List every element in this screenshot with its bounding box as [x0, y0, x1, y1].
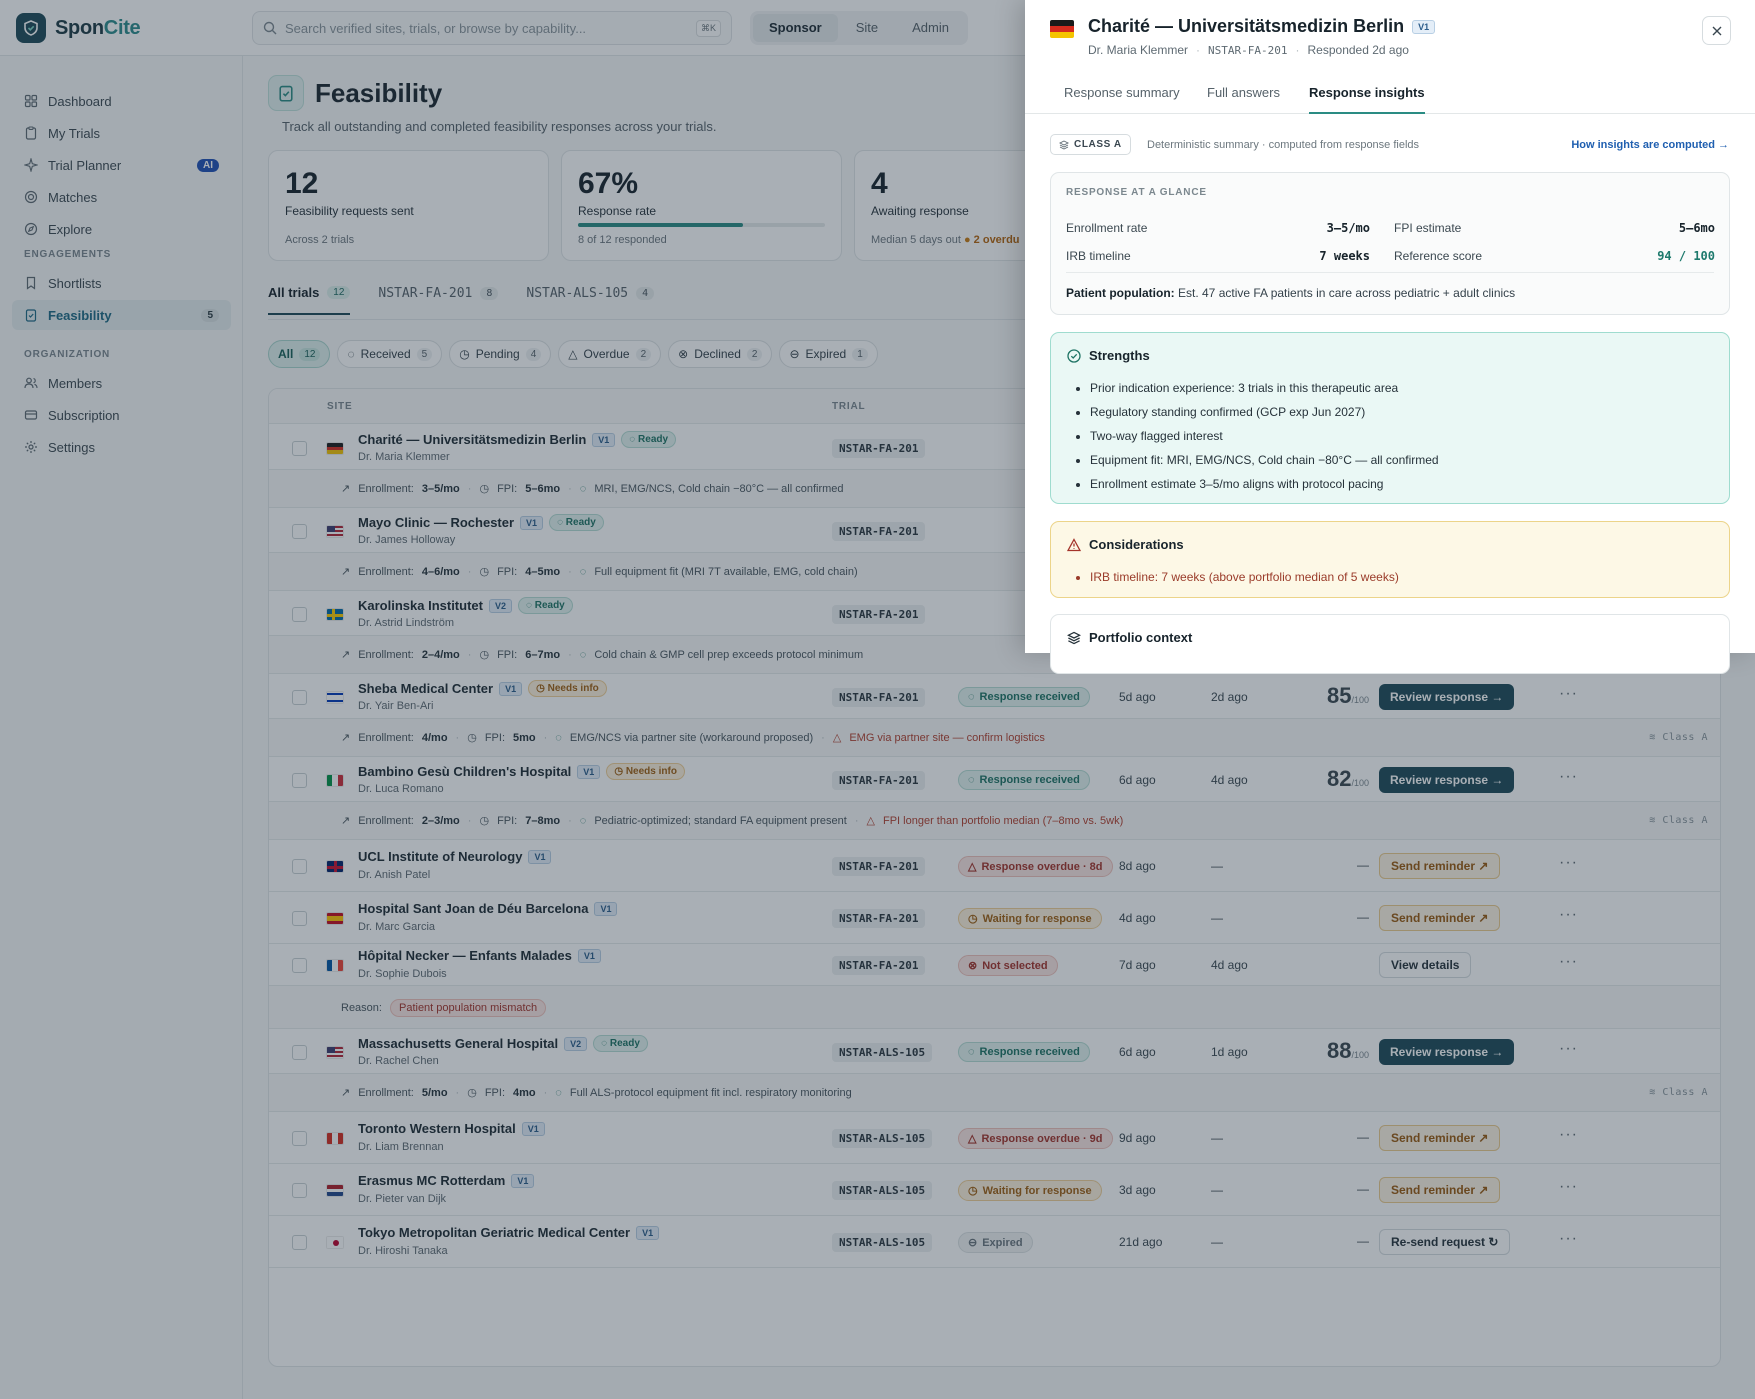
patient-population: Patient population: Est. 47 active FA pa… — [1066, 286, 1516, 300]
list-item: Regulatory standing confirmed (GCP exp J… — [1090, 400, 1439, 424]
tab-full-answers[interactable]: Full answers — [1207, 85, 1280, 100]
response-glance-card: RESPONSE AT A GLANCE Enrollment rate 3–5… — [1050, 172, 1730, 315]
list-item: Prior indication experience: 3 trials in… — [1090, 376, 1439, 400]
class-description: Deterministic summary · computed from re… — [1147, 139, 1420, 151]
portfolio-title: Portfolio context — [1067, 630, 1192, 645]
considerations-title: Considerations — [1067, 537, 1184, 552]
drawer-tabs: Response summary Full answers Response i… — [1025, 72, 1755, 114]
considerations-card: Considerations IRB timeline: 7 weeks (ab… — [1050, 521, 1730, 598]
portfolio-context-card: Portfolio context — [1050, 614, 1730, 674]
reference-score-value: 94 / 100 — [1657, 249, 1715, 263]
list-item: Two-way flagged interest — [1090, 424, 1439, 448]
version-tag: V1 — [1412, 19, 1436, 34]
enrollment-label: Enrollment rate — [1066, 221, 1148, 235]
close-icon — [1712, 26, 1721, 35]
drawer-header: Charité — Universitätsmedizin Berlin V1 D… — [1025, 0, 1755, 72]
irb-value: 7 weeks — [1319, 249, 1370, 263]
drawer-title: Charité — Universitätsmedizin Berlin V1 — [1088, 16, 1436, 37]
layers-icon — [1067, 631, 1081, 644]
response-drawer: Charité — Universitätsmedizin Berlin V1 D… — [1025, 0, 1755, 674]
strengths-title: Strengths — [1067, 348, 1150, 363]
list-item: Enrollment estimate 3–5/mo aligns with p… — [1090, 472, 1439, 496]
check-circle-icon — [1067, 348, 1081, 363]
considerations-list: IRB timeline: 7 weeks (above portfolio m… — [1090, 565, 1399, 589]
fpi-label: FPI estimate — [1394, 221, 1462, 235]
tab-response-insights[interactable]: Response insights — [1309, 85, 1425, 114]
list-item: Equipment fit: MRI, EMG/NCS, Cold chain … — [1090, 448, 1439, 472]
strengths-list: Prior indication experience: 3 trials in… — [1090, 376, 1439, 496]
class-badge: CLASS A — [1050, 134, 1131, 155]
reference-score-label: Reference score — [1394, 249, 1483, 263]
drawer-meta: Dr. Maria Klemmer · NSTAR-FA-201 · Respond… — [1088, 43, 1409, 57]
enrollment-value: 3–5/mo — [1326, 221, 1370, 235]
warning-icon — [1067, 537, 1081, 551]
divider — [1066, 272, 1714, 273]
close-button[interactable] — [1702, 16, 1731, 45]
layers-icon — [1059, 139, 1069, 150]
strengths-card: Strengths Prior indication experience: 3… — [1050, 332, 1730, 504]
list-item: IRB timeline: 7 weeks (above portfolio m… — [1090, 565, 1399, 589]
tab-response-summary[interactable]: Response summary — [1064, 85, 1180, 100]
how-insights-link[interactable]: How insights are computed → — [1571, 139, 1729, 151]
fpi-value: 5–6mo — [1678, 221, 1715, 235]
glance-caption: RESPONSE AT A GLANCE — [1066, 187, 1207, 198]
germany-flag-icon — [1050, 20, 1074, 38]
irb-label: IRB timeline — [1066, 249, 1131, 263]
